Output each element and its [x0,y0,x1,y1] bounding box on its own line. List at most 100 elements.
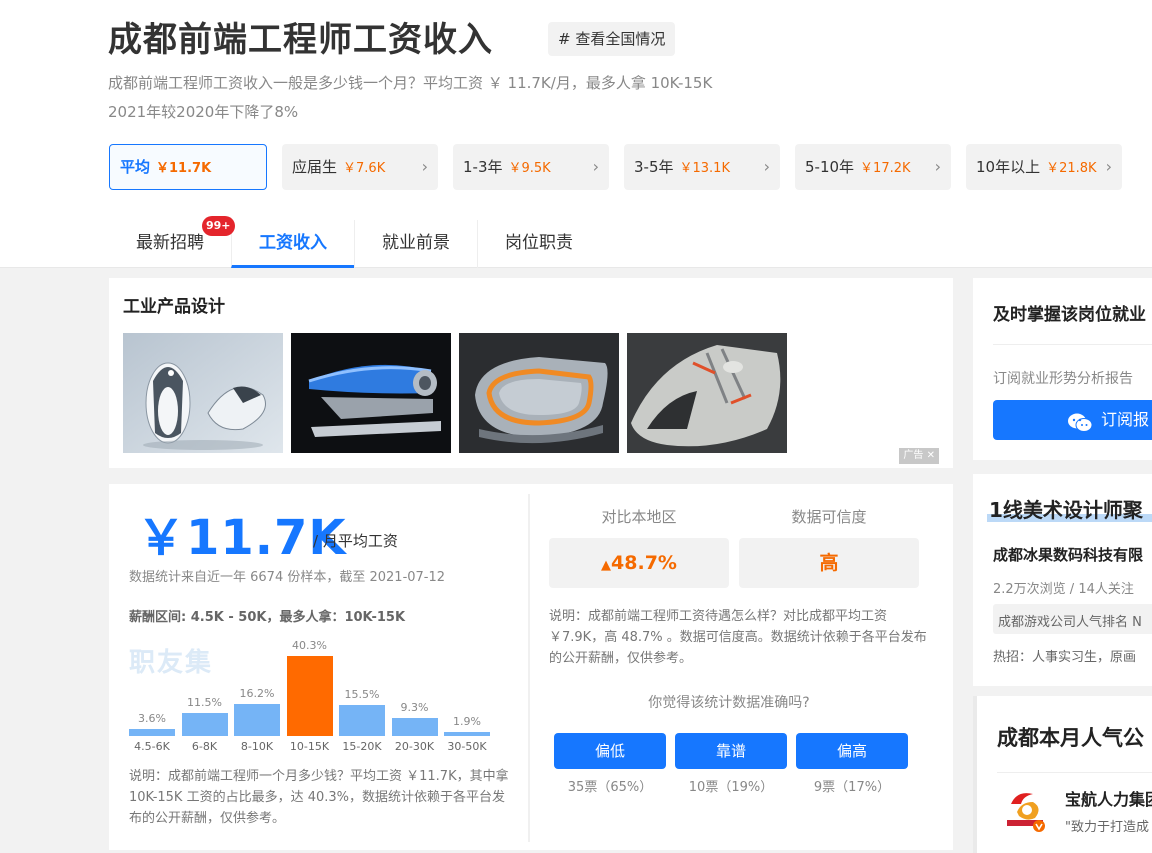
jobs-count-badge: 99+ [202,216,235,236]
company-logo[interactable] [1003,786,1049,832]
popular-company-slogan: "致力于打造成 [1065,820,1149,835]
level-label: 平均 [120,158,151,176]
level-10-plus-button[interactable]: 10年以上 ￥21.8K › [966,144,1122,190]
bar-value-label: 11.5% [187,696,222,710]
bar-value-label: 1.9% [453,715,481,728]
chevron-right-icon: › [763,157,770,176]
ad-card[interactable]: 工业产品设计 广告 ✕ [109,278,953,468]
vote-low-button[interactable]: 偏低 [554,733,666,769]
vote-low-count: 35票（65%） [567,780,653,795]
level-value: ￥21.8K [1046,161,1097,176]
vertical-divider [528,494,530,842]
bar-category-label: 8-10K [240,740,274,753]
bar-10-15K [286,656,333,736]
rank-link[interactable]: 成都游戏公司人气排名 N [993,604,1152,634]
data-trust-label: 数据可信度 [791,508,867,526]
level-label: 1-3年 [463,158,503,176]
arrow-up-icon: ▲ [601,558,612,573]
vote-accurate-button[interactable]: 靠谱 [675,733,787,769]
promo-card[interactable]: 1线美术设计师聚 成都冰果数码科技有限 2.2万次浏览 / 14人关注 成都游戏… [973,474,1152,686]
bar-value-label: 9.3% [400,700,429,714]
bar-category-label: 20-30K [394,740,435,753]
bar-category-label: 30-50K [447,740,487,753]
promo-title: 1线美术设计师聚 [989,498,1143,522]
level-value: ￥9.5K [508,161,551,176]
wechat-icon [1067,409,1093,449]
level-value: ￥17.2K [860,161,911,176]
ad-image-orange-device[interactable] [459,333,619,453]
tab-duties[interactable]: 岗位职责 [477,220,600,268]
bar-category-label: 6-8K [191,740,218,753]
level-value: ￥13.1K [679,161,730,176]
bar-value-label: 40.3% [292,639,327,652]
level-value: ￥11.7K [156,161,212,176]
compare-region-value: 48.7% [611,552,677,574]
national-chip-button[interactable]: # 查看全国情况 [548,22,676,56]
popular-card: 成都本月人气公 宝航人力集团 "致力于打造成 [973,696,1152,853]
ad-label-text: 广告 [903,450,924,461]
level-label: 应届生 [292,158,338,176]
chevron-right-icon: › [1105,157,1112,176]
compare-note: 说明：成都前端工程师工资待遇怎么样？对比成都平均工资 ￥7.9K，高 48.7%… [549,609,927,666]
subscribe-text: 订阅就业形势分析报告 [993,371,1133,387]
vote-high-button[interactable]: 偏高 [796,733,908,769]
trend-line: 2021年较2020年下降了8% [108,103,299,121]
bar-category-label: 10-15K [289,740,330,753]
page-header: 成都前端工程师工资收入 # 查看全国情况 成都前端工程师工资收入一般是多少钱一个… [0,0,1152,268]
tab-prospects[interactable]: 就业前景 [354,220,477,268]
summary-line: 成都前端工程师工资收入一般是多少钱一个月？平均工资 ￥ 11.7K/月，最多人拿… [108,74,713,92]
bar-value-label: 3.6% [138,711,166,725]
chevron-right-icon: › [421,157,428,176]
level-label: 10年以上 [976,158,1041,176]
ad-close-icon[interactable]: ✕ [927,450,935,461]
bar-30-50K [444,732,490,736]
vote-accurate-count: 10票（19%） [688,780,774,795]
vote-high-count: 9票（17%） [813,780,891,795]
ad-title: 工业产品设计 [123,297,225,317]
divider [997,772,1152,773]
chevron-right-icon: › [934,157,941,176]
popular-title: 成都本月人气公 [997,726,1144,750]
bar-8-10K [234,703,280,736]
page-title: 成都前端工程师工资收入 [108,20,493,60]
level-5-10-button[interactable]: 5-10年 ￥17.2K › [795,144,951,190]
company-name[interactable]: 成都冰果数码科技有限 [993,544,1143,565]
bar-value-label: 15.5% [344,688,380,702]
salary-note: 说明：成都前端工程师一个月多少钱？平均工资 ￥11.7K，其中拿 10K-15K… [129,769,509,826]
data-trust-value: 高 [739,538,919,588]
level-3-5-button[interactable]: 3-5年 ￥13.1K › [624,144,780,190]
ad-image-silver-mouse[interactable] [627,333,787,453]
watermark-logo: 职友集 [129,648,214,678]
tab-salary[interactable]: 工资收入 [231,220,354,268]
bar-6-8K [181,713,228,736]
subscribe-card: 及时掌握该岗位就业 订阅就业形势分析报告 订阅报告 [973,278,1152,460]
popular-company-name[interactable]: 宝航人力集团 [1065,786,1152,810]
subscribe-title: 及时掌握该岗位就业 [993,305,1146,325]
level-value: ￥7.6K [343,161,386,176]
salary-range-line: 薪酬区间: 4.5K - 50K，最多人拿：10K-15K [129,610,406,625]
bar-value-label: 16.2% [239,686,275,700]
bar-category-label: 15-20K [342,740,382,753]
bar-15-20K [339,705,385,736]
chevron-right-icon: › [592,157,599,176]
compare-region-box: ▲48.7% [549,538,729,588]
level-average-button[interactable]: 平均 ￥11.7K [109,144,267,190]
level-1-3-button[interactable]: 1-3年 ￥9.5K › [453,144,609,190]
bar-4.5-6K [129,728,175,736]
accuracy-question: 你觉得该统计数据准确吗? [648,695,810,711]
salary-card: ￥11.7K / 月平均工资 数据统计来自近一年 6674 份样本，截至 202… [109,484,953,850]
ad-image-blue-stapler[interactable] [291,333,451,453]
level-label: 3-5年 [634,158,674,176]
level-graduate-button[interactable]: 应届生 ￥7.6K › [282,144,438,190]
bar-20-30K [391,717,438,736]
company-meta: 2.2万次浏览 / 14人关注 [993,582,1134,597]
divider [993,344,1152,345]
ad-label[interactable]: 广告 ✕ [899,448,939,464]
subscribe-button[interactable]: 订阅报告 [993,400,1152,460]
rank-link-text: 成都游戏公司人气排名 N [998,615,1142,630]
average-salary-unit: / 月平均工资 [313,532,398,550]
ad-image-penguin-stapler[interactable] [123,333,283,453]
bar-category-label: 4.5-6K [134,740,170,753]
subscribe-button-label: 订阅报告 [1101,410,1150,460]
hot-jobs: 热招：人事实习生，原画 [993,650,1137,665]
